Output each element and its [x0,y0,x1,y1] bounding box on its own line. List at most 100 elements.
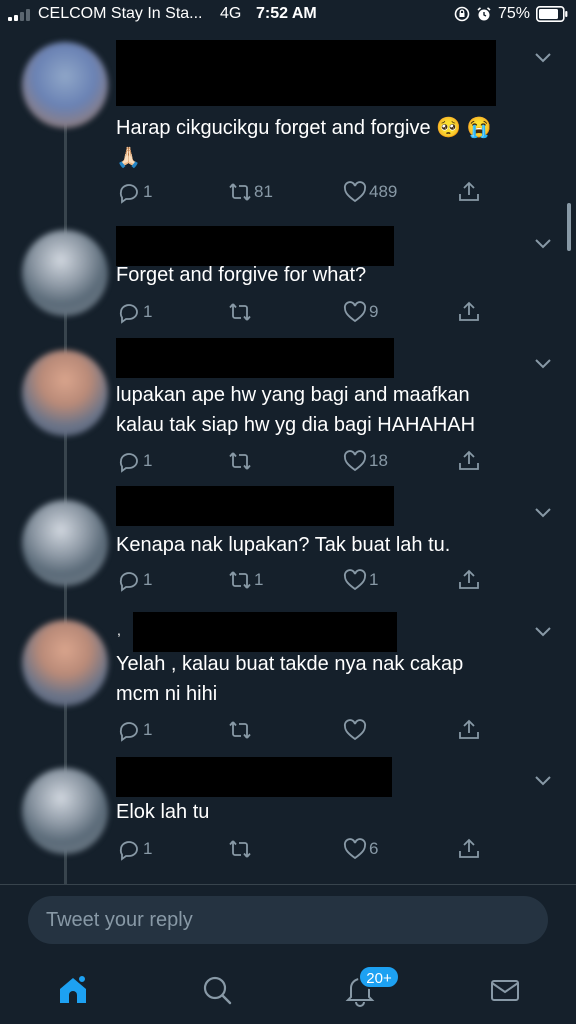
battery-icon [536,6,568,22]
reply-input-placeholder: Tweet your reply [46,908,193,931]
retweet-icon [229,303,251,321]
search-icon[interactable] [200,973,234,1007]
like-button[interactable]: 6 [343,836,378,862]
retweet-icon [229,721,251,739]
retweet-icon [229,183,251,201]
like-button[interactable]: 1 [343,567,378,593]
tweet-text: Elok lah tu [116,801,210,823]
share-icon [459,181,479,201]
scrollbar[interactable] [567,203,571,251]
retweet-count: 81 [254,182,273,201]
reply-icon [119,841,138,861]
retweet-count: 1 [254,570,264,589]
share-icon [459,450,479,470]
retweet-button[interactable] [228,299,254,325]
divider [0,884,576,885]
avatar[interactable] [22,350,108,436]
reply-count: 1 [143,451,153,470]
like-count: 489 [369,182,398,201]
reply-button[interactable]: 1 [117,717,152,743]
avatar[interactable] [22,620,108,706]
reply-icon [119,572,138,592]
reply-count: 1 [143,302,153,321]
chevron-down-icon[interactable] [534,626,552,638]
tweet-text: lupakan ape hw yang bagi and maafkan kal… [116,384,476,436]
reply-count: 1 [143,182,153,201]
like-count: 9 [369,302,379,321]
share-button[interactable] [457,567,481,593]
reply-input[interactable]: Tweet your reply [28,896,548,944]
redacted-author-name [133,612,397,652]
mail-icon[interactable] [488,973,522,1007]
like-icon [343,301,367,323]
reply-button[interactable]: 1 [117,179,152,205]
tweet-actions: 1 [0,717,576,743]
retweet-button[interactable] [228,448,254,474]
reply-icon [119,184,138,204]
home-icon[interactable] [56,973,90,1007]
like-icon [343,838,367,860]
reply-button[interactable]: 1 [117,299,152,325]
like-icon [343,569,367,591]
network-type: 4G [220,5,242,22]
tweet-actions: 1 9 [0,299,576,325]
tweet-actions: 1 81 489 [0,179,576,205]
avatar[interactable] [22,42,108,128]
like-icon [343,450,367,472]
share-button[interactable] [457,836,481,862]
notifications-badge: 20+ [358,965,400,989]
clock: 7:52 AM [256,5,317,22]
chevron-down-icon[interactable] [534,775,552,787]
share-button[interactable] [457,448,481,474]
reply-count: 1 [143,839,153,858]
like-count: 18 [369,451,388,470]
reply-button[interactable]: 1 [117,448,152,474]
share-button[interactable] [457,717,481,743]
retweet-button[interactable]: 81 [228,179,273,205]
reply-count: 1 [143,570,153,589]
tweet-actions: 1 18 [0,448,576,474]
like-icon [343,719,367,741]
like-count: 6 [369,839,379,858]
chevron-down-icon[interactable] [534,238,552,250]
redacted-author-name [116,486,394,526]
tweet-text: Kenapa nak lupakan? Tak buat lah tu. [116,534,451,556]
retweet-icon [229,452,251,470]
retweet-button[interactable] [228,717,254,743]
share-button[interactable] [457,299,481,325]
retweet-icon [229,840,251,858]
like-button[interactable]: 18 [343,448,388,474]
like-button[interactable]: 489 [343,179,397,205]
redacted-author-name [116,338,394,378]
reply-icon [119,722,138,742]
share-icon [459,301,479,321]
like-count: 1 [369,570,379,589]
chevron-down-icon[interactable] [534,507,552,519]
tweet-actions: 1 6 [0,836,576,862]
retweet-icon [229,571,251,589]
tweet-actions: 1 1 1 [0,567,576,593]
chevron-down-icon[interactable] [534,52,552,64]
reply-button[interactable]: 1 [117,836,152,862]
redacted-author-name [116,757,392,797]
share-icon [459,719,479,739]
like-button[interactable]: 9 [343,299,378,325]
tab-bar [0,955,576,1024]
like-icon [343,181,367,203]
signal-icon [8,9,34,21]
chevron-down-icon[interactable] [534,358,552,370]
retweet-button[interactable] [228,836,254,862]
redacted-author-name [116,40,496,106]
tweet-text: Harap cikgucikgu forget and forgive 🥺 😭 … [116,117,492,169]
battery-percent: 75% [498,5,531,22]
share-icon [459,569,479,589]
reply-button[interactable]: 1 [117,567,152,593]
like-button[interactable] [343,717,369,743]
share-button[interactable] [457,179,481,205]
retweet-button[interactable]: 1 [228,567,263,593]
carrier-name: CELCOM Stay In Sta... [38,5,203,22]
screen: CELCOM Stay In Sta... 4G 7:52 AM 75% Har… [0,0,576,1024]
status-bar: CELCOM Stay In Sta... 4G 7:52 AM 75% [0,0,576,30]
alarm-icon [477,7,491,21]
tweet-text: Yelah , kalau buat takde nya nak cakap m… [116,653,464,705]
